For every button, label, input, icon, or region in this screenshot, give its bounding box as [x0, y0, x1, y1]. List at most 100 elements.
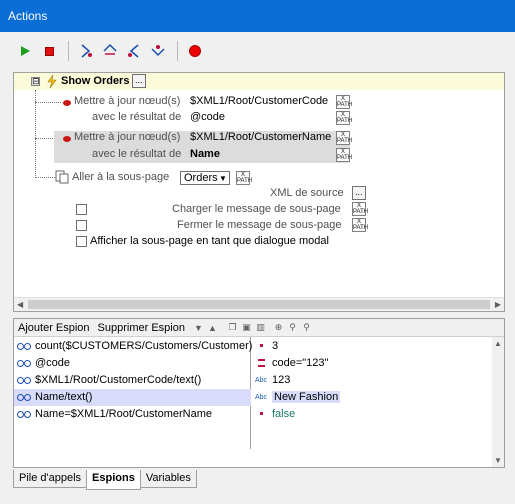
event-lightning-icon — [47, 75, 57, 88]
step-out-button[interactable] — [123, 40, 145, 62]
source-xml-label: XML de source — [270, 187, 344, 199]
scroll-up-icon[interactable]: ▲ — [494, 339, 502, 348]
watch-glasses-icon — [17, 410, 31, 418]
watch-expression: Name/text() — [35, 391, 93, 403]
xpath-button[interactable]: X PATH — [336, 131, 352, 145]
step-out-icon — [128, 44, 139, 58]
text-type-icon: Abc — [254, 376, 268, 384]
move-down-icon[interactable]: ▼ — [193, 322, 204, 333]
scroll-left-icon[interactable]: ◀ — [17, 300, 23, 309]
xpath-button[interactable]: X PATH — [336, 148, 352, 162]
window-title: Actions — [8, 9, 48, 23]
scroll-down-icon[interactable]: ▼ — [494, 456, 502, 465]
add-watch-button[interactable]: Ajouter Espion — [18, 322, 90, 334]
subpage-combo-value: Orders — [184, 172, 218, 184]
step-next-button[interactable] — [147, 40, 169, 62]
load-message-checkbox[interactable] — [76, 204, 87, 215]
watch-glasses-icon — [17, 359, 31, 367]
close-message-checkbox[interactable] — [76, 220, 87, 231]
columns-icon[interactable]: ▥ — [255, 322, 266, 333]
text-type-icon: Abc — [254, 393, 268, 401]
modal-dialog-label: Afficher la sous-page en tant que dialog… — [90, 235, 329, 247]
action-root-label: Show Orders — [61, 75, 130, 87]
update-node-icon — [63, 136, 71, 142]
run-triangle-icon — [20, 46, 30, 56]
attribute-type-icon — [254, 359, 268, 367]
vertical-scrollbar[interactable]: ▲ ▼ — [492, 337, 504, 467]
scrollbar-thumb[interactable] — [28, 300, 490, 309]
tree-connector — [35, 90, 36, 178]
number-type-icon — [254, 343, 268, 350]
xpath-button[interactable]: X PATH — [336, 95, 352, 109]
close-message-label: Fermer le message de sous-page — [177, 219, 342, 231]
watch-expression: Name=$XML1/Root/CustomerName — [35, 408, 212, 420]
copy-icon[interactable]: ❐ — [227, 322, 238, 333]
action-tree-panel: ⊟ Show Orders ... Mettre à jour nœud(s) … — [13, 72, 505, 312]
step-into-button[interactable] — [75, 40, 97, 62]
result-value: Name — [190, 148, 220, 160]
watch-toolbar: Ajouter Espion Supprimer Espion ▼ ▲ ❐ ▣ … — [14, 319, 504, 337]
stop-button[interactable] — [38, 40, 60, 62]
zoom-out-icon[interactable]: ⚲ — [301, 322, 312, 333]
root-more-button[interactable]: ... — [132, 74, 146, 88]
bottom-tabs: Pile d'appels Espions Variables — [13, 470, 197, 490]
modal-dialog-checkbox[interactable] — [76, 236, 87, 247]
watch-row[interactable]: count($CUSTOMERS/Customers/Customer) 3 — [14, 338, 492, 355]
xpath-button[interactable]: X PATH — [352, 218, 368, 232]
expand-icon[interactable]: ⊕ — [273, 322, 284, 333]
tree-connector — [35, 177, 55, 178]
tab-variables[interactable]: Variables — [139, 470, 197, 488]
chevron-down-icon: ▼ — [219, 173, 227, 183]
xpath-button[interactable]: X PATH — [236, 171, 252, 185]
watch-glasses-icon — [17, 376, 31, 384]
watch-row[interactable]: @code code="123" — [14, 355, 492, 372]
watch-expression: $XML1/Root/CustomerCode/text() — [35, 374, 202, 386]
watch-expression: count($CUSTOMERS/Customers/Customer) — [35, 340, 253, 352]
breakpoint-button[interactable] — [184, 40, 206, 62]
watch-panel: Ajouter Espion Supprimer Espion ▼ ▲ ❐ ▣ … — [13, 318, 505, 468]
step-into-icon — [81, 44, 92, 58]
remove-watch-button[interactable]: Supprimer Espion — [98, 322, 185, 334]
breakpoint-circle-icon — [189, 45, 201, 57]
stop-square-icon — [44, 46, 54, 56]
update-node-label: Mettre à jour nœud(s) — [74, 95, 181, 107]
watch-value: New Fashion — [272, 391, 341, 403]
result-value: @code — [190, 111, 226, 123]
scroll-right-icon[interactable]: ▶ — [495, 300, 501, 309]
step-over-icon — [103, 43, 117, 55]
watch-value: false — [272, 408, 296, 420]
debug-toolbar — [0, 32, 515, 70]
update-node-label: Mettre à jour nœud(s) — [74, 131, 181, 143]
update-node-icon — [63, 100, 71, 106]
run-button[interactable] — [14, 40, 36, 62]
tree-connector — [35, 102, 61, 103]
watch-glasses-icon — [17, 342, 31, 350]
xpath-button[interactable]: X PATH — [336, 111, 352, 125]
window-title-bar: Actions — [0, 0, 515, 32]
watch-row[interactable]: Name=$XML1/Root/CustomerName false — [14, 406, 492, 423]
result-label: avec le résultat de — [92, 111, 182, 123]
goto-subpage-label: Aller à la sous-page — [72, 171, 170, 183]
toolbar-separator — [68, 41, 69, 61]
step-next-icon — [151, 45, 165, 57]
watch-row[interactable]: $XML1/Root/CustomerCode/text() Abc 123 — [14, 372, 492, 389]
step-over-button[interactable] — [99, 40, 121, 62]
subpage-icon — [55, 170, 69, 184]
horizontal-scrollbar[interactable]: ◀ ▶ — [14, 297, 504, 311]
watch-expression: @code — [35, 357, 71, 369]
toolbar-separator — [177, 41, 178, 61]
collapse-expander-icon[interactable]: ⊟ — [31, 77, 40, 86]
action-root-row[interactable]: ⊟ Show Orders ... — [14, 73, 504, 90]
watch-row-selected[interactable]: Name/text() Abc New Fashion — [14, 389, 492, 406]
subpage-combo[interactable]: Orders ▼ — [180, 171, 230, 185]
clear-icon[interactable]: ▣ — [241, 322, 252, 333]
watch-value: 123 — [272, 374, 291, 386]
update-node-target: $XML1/Root/CustomerCode — [190, 95, 329, 107]
tab-watches[interactable]: Espions — [86, 470, 141, 490]
move-up-icon[interactable]: ▲ — [207, 322, 218, 333]
xpath-button[interactable]: X PATH — [352, 202, 368, 216]
tab-call-stack[interactable]: Pile d'appels — [13, 470, 88, 488]
watch-glasses-icon — [17, 393, 31, 401]
source-xml-more-button[interactable]: ... — [352, 186, 366, 200]
zoom-in-icon[interactable]: ⚲ — [287, 322, 298, 333]
